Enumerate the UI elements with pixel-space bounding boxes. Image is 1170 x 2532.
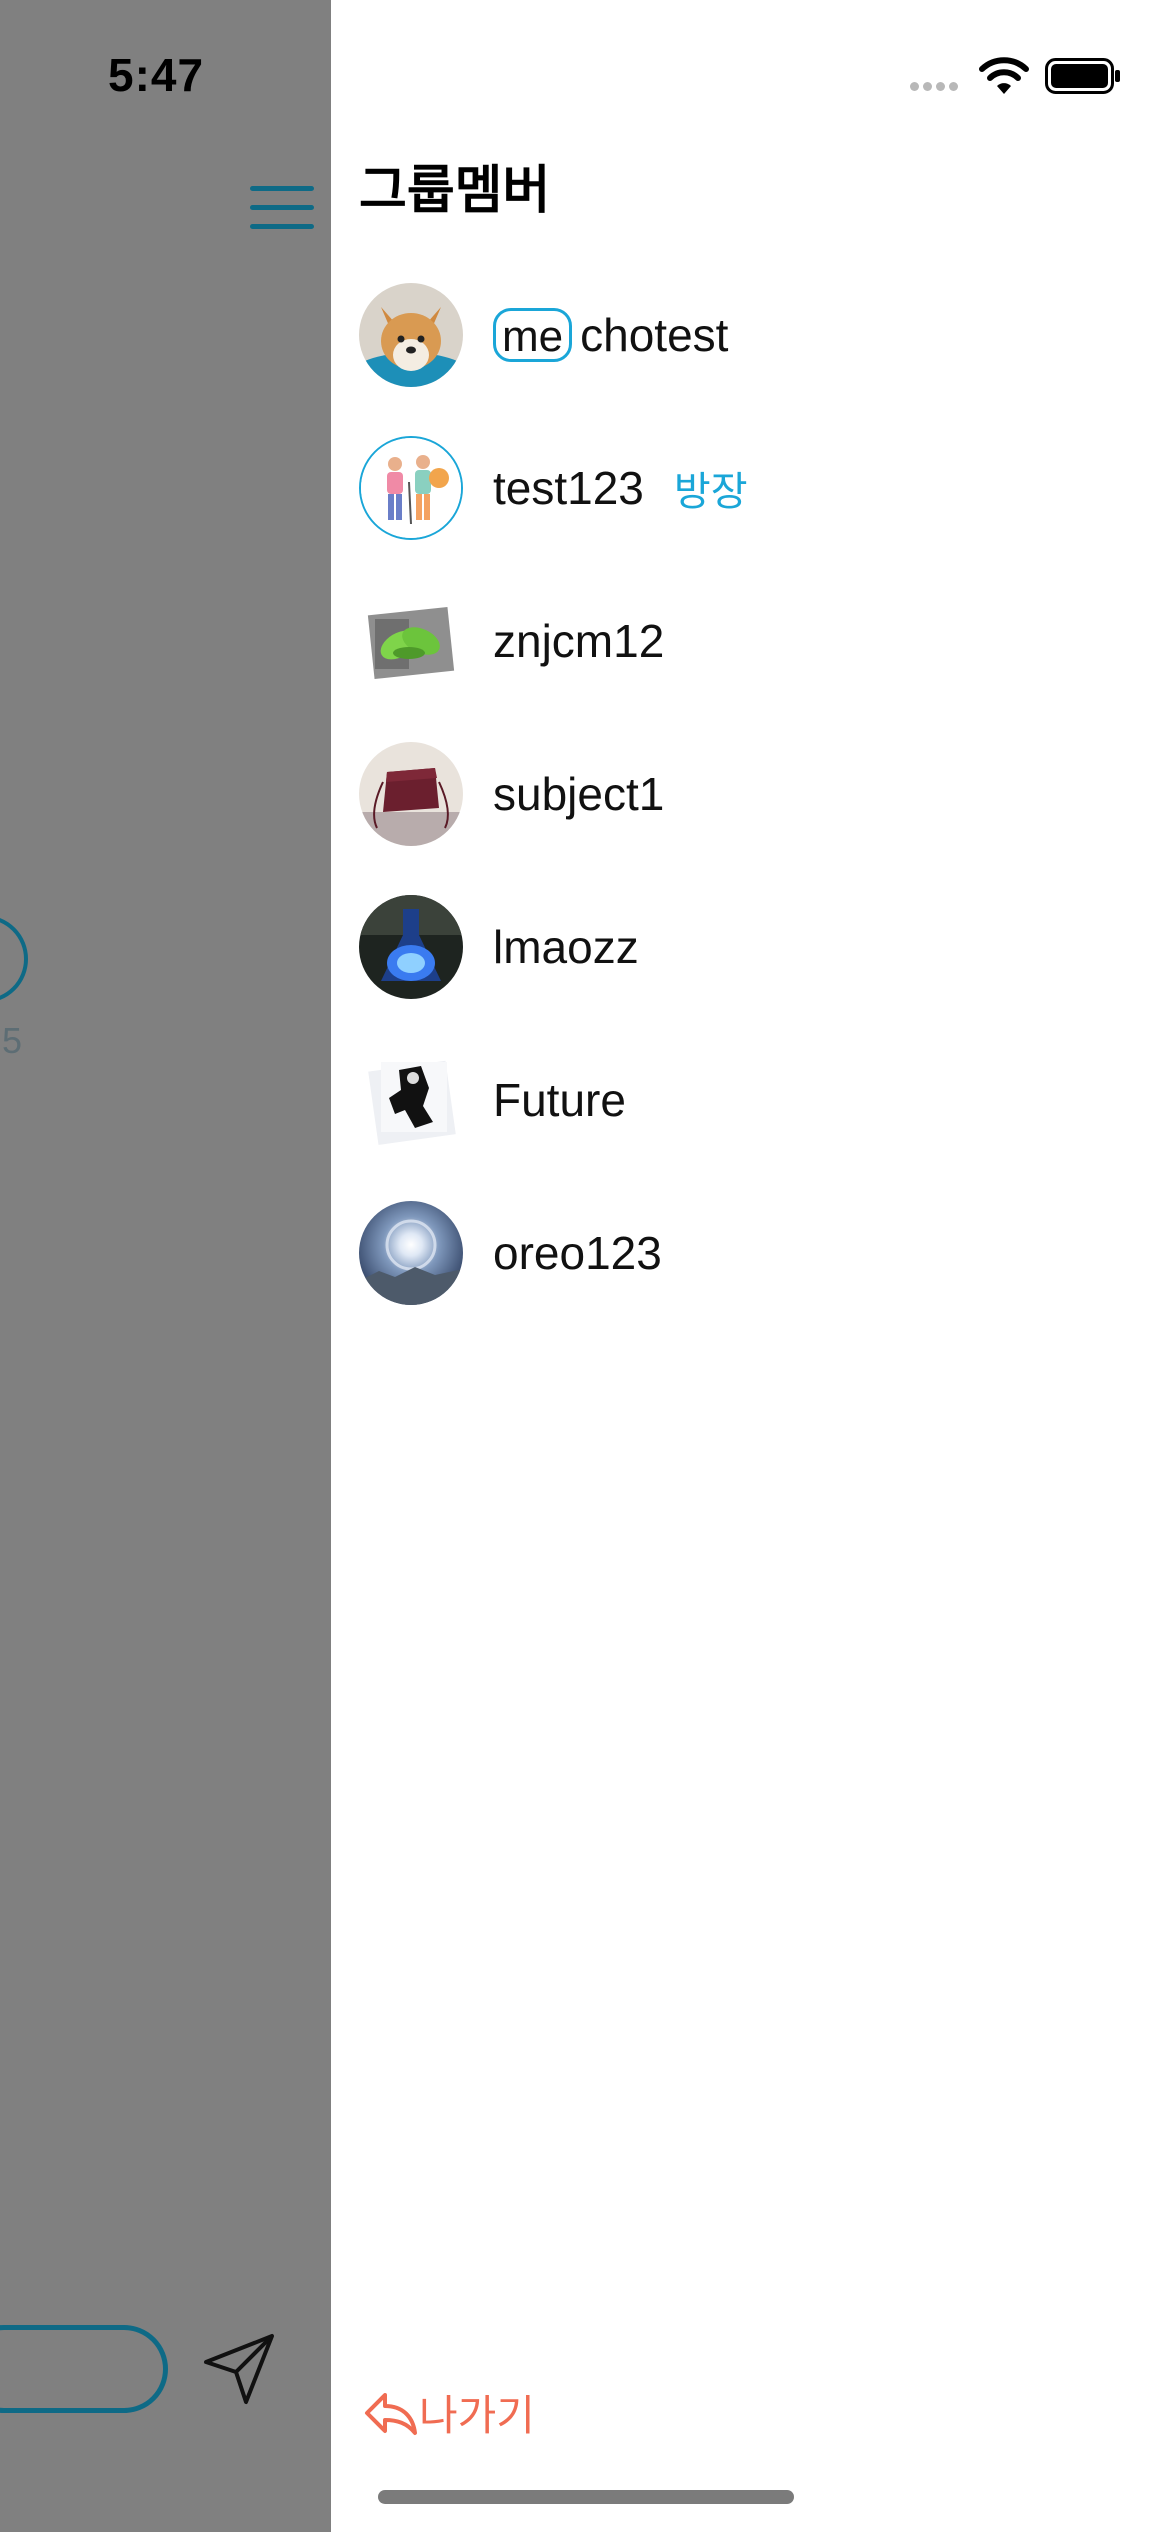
member-name: lmaozz (493, 920, 639, 973)
member-name: subject1 (493, 767, 665, 820)
wifi-icon (979, 57, 1029, 94)
member-name: oreo123 (493, 1226, 662, 1279)
member-name: znjcm12 (493, 614, 665, 667)
member-list: me chotest test123 방장 znjcm12 subject1 l… (359, 258, 1139, 1329)
avatar (359, 589, 463, 693)
member-item-lmaozz[interactable]: lmaozz (359, 870, 1139, 1023)
green-shoes-photo-icon (367, 606, 455, 679)
leave-group-button[interactable]: 나가기 (363, 2382, 535, 2443)
shiba-dog-photo-icon (359, 282, 463, 387)
screen: 5:47 5 그룹멤버 me chotest test123 방장 znjcm1… (0, 0, 1170, 2532)
member-name: test123 (493, 461, 644, 514)
couple-illustration-icon (361, 437, 461, 538)
avatar (359, 282, 463, 387)
background-chat-bubble (0, 915, 28, 1003)
owner-badge: 방장 (673, 469, 748, 514)
avatar (359, 1200, 463, 1305)
member-name: chotest (580, 308, 729, 361)
member-item-future[interactable]: Future (359, 1023, 1139, 1176)
member-item-test123[interactable]: test123 방장 (359, 411, 1139, 564)
home-indicator[interactable] (378, 2490, 794, 2504)
member-name: Future (493, 1073, 626, 1126)
me-badge: me (493, 307, 573, 362)
burgundy-bag-photo-icon (359, 741, 463, 846)
member-item-subject1[interactable]: subject1 (359, 717, 1139, 870)
status-time: 5:47 (108, 49, 205, 101)
black-white-figure-photo-icon (368, 1060, 456, 1145)
member-item-oreo123[interactable]: oreo123 (359, 1176, 1139, 1329)
blue-glowing-flask-photo-icon (359, 894, 463, 999)
drawer-title: 그룹멤버 (359, 162, 551, 220)
status-indicators (910, 50, 1170, 100)
background-message-input[interactable] (0, 2325, 168, 2413)
avatar (359, 741, 463, 846)
group-members-drawer: 그룹멤버 me chotest test123 방장 znjcm12 subje… (331, 0, 1170, 2532)
hamburger-menu-icon[interactable] (250, 186, 314, 230)
member-item-znjcm12[interactable]: znjcm12 (359, 564, 1139, 717)
avatar (359, 435, 463, 540)
battery-icon (1045, 58, 1120, 94)
member-item-chotest[interactable]: me chotest (359, 258, 1139, 411)
avatar (359, 1048, 463, 1152)
background-read-count: 5 (2, 1020, 23, 1061)
sun-halo-sky-photo-icon (359, 1200, 463, 1305)
cellular-signal-icon (910, 82, 970, 92)
leave-label: 나가기 (419, 2392, 535, 2439)
reply-arrow-icon (365, 2392, 417, 2435)
avatar (359, 894, 463, 999)
send-icon[interactable] (200, 2330, 278, 2408)
dimmed-background-overlay[interactable]: 5:47 5 (0, 0, 331, 2532)
